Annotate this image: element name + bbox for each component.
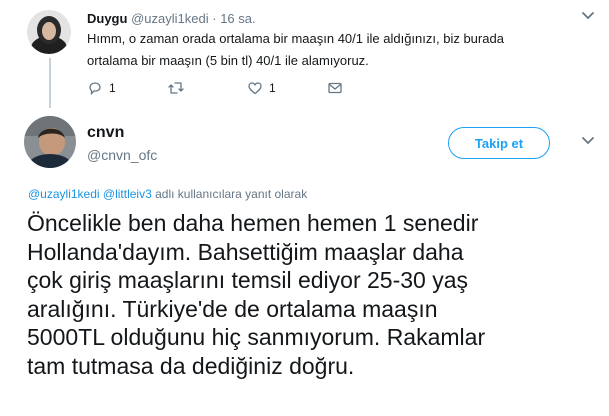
cnvn-avatar[interactable] [24, 116, 76, 168]
replying-to: @uzayli1kedi @littleiv3 adlı kullanıcıla… [28, 187, 307, 201]
thread-line [49, 58, 51, 108]
tweet-line: aralığını. Türkiye'de de ortalama maaşın [27, 295, 438, 322]
reply-tweet-line-2: ortalama bir maaşın (5 bin tl) 40/1 ile … [87, 53, 369, 68]
duygu-avatar[interactable] [27, 10, 71, 54]
tweet-line: tam tutmasa da dediğiniz doğru. [27, 352, 355, 379]
header-separator: · [212, 11, 217, 26]
reply-icon [89, 82, 101, 96]
chevron-down-icon[interactable] [581, 133, 595, 151]
reply-tweet-line-1: Hımm, o zaman orada ortalama bir maaşın … [87, 31, 504, 46]
like-action[interactable]: 1 [247, 80, 276, 96]
chevron-down-icon[interactable] [581, 8, 595, 26]
reply-tweet-text: Hımm, o zaman orada ortalama bir maaşın … [87, 28, 557, 72]
tweet-line: çok giriş maaşlarını temsil ediyor 25-30… [27, 267, 468, 293]
reply-action[interactable]: 1 [87, 80, 116, 96]
follow-button[interactable]: Takip et [448, 127, 550, 159]
retweet-icon [168, 82, 184, 94]
mention-link[interactable]: @littleiv3 [103, 187, 152, 201]
replying-to-label: adlı kullanıcılara yanıt olarak [151, 187, 308, 201]
author-name[interactable]: cnvn [87, 124, 124, 142]
timestamp[interactable]: 16 sa. [220, 11, 255, 26]
dm-action[interactable] [327, 80, 343, 96]
retweet-action[interactable] [167, 80, 191, 96]
reply-tweet-header: Duygu @uzayli1kedi · 16 sa. [87, 11, 256, 26]
mention-link[interactable]: @uzayli1kedi [28, 187, 100, 201]
author-name[interactable]: Duygu [87, 11, 127, 26]
tweet-actions: 1 1 [87, 80, 467, 100]
tweet-line: Hollanda'dayım. Bahsettiğim maaşlar daha [27, 238, 464, 265]
tweet-line: Öncelikle ben daha hemen hemen 1 senedir [27, 210, 479, 236]
envelope-icon [328, 82, 342, 94]
reply-count: 1 [109, 81, 116, 95]
author-handle[interactable]: @uzayli1kedi [131, 11, 209, 26]
tweet-line: 5000TL olduğunu hiç sanmıyorum. Rakamlar [27, 324, 486, 350]
author-handle[interactable]: @cnvn_ofc [87, 147, 157, 163]
heart-icon [248, 82, 262, 95]
main-tweet-text: Öncelikle ben daha hemen hemen 1 senedir… [27, 209, 607, 380]
like-count: 1 [269, 81, 276, 95]
